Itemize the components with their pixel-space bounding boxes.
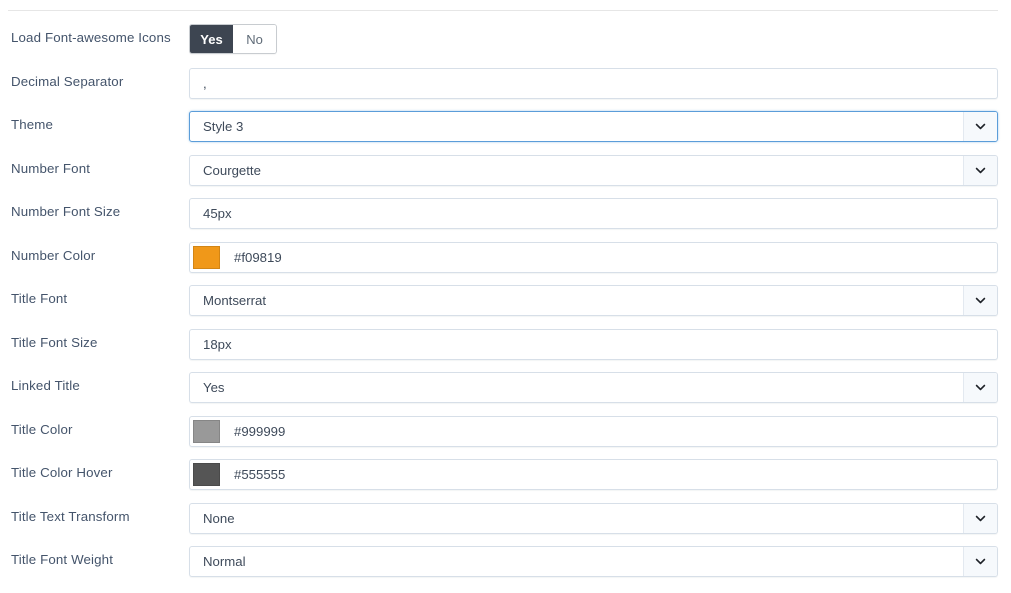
field-label-linked-title: Linked Title bbox=[11, 378, 80, 393]
chevron-down-icon[interactable] bbox=[963, 373, 997, 402]
field-label-number-color: Number Color bbox=[11, 247, 96, 263]
select-value-theme: Style 3 bbox=[203, 119, 244, 134]
form-row-number-font-size: Number Font Size bbox=[0, 193, 1011, 237]
select-theme[interactable]: Style 3 bbox=[189, 111, 998, 142]
chevron-down-icon[interactable] bbox=[963, 286, 997, 315]
color-value-title-color: #999999 bbox=[234, 423, 286, 439]
color-field-title-color-hover[interactable]: #555555 bbox=[189, 459, 998, 490]
field-label-title-color-hover: Title Color Hover bbox=[11, 465, 113, 480]
chevron-down-icon[interactable] bbox=[963, 547, 997, 576]
select-title-font-weight[interactable]: Normal bbox=[189, 546, 998, 577]
select-value-title-text-transform: None bbox=[203, 510, 235, 526]
color-value-title-color-hover: #555555 bbox=[234, 467, 286, 482]
field-wrap-number-font-size bbox=[189, 198, 998, 229]
form-row-title-font: Title Font Montserrat bbox=[0, 280, 1011, 324]
chevron-down-icon[interactable] bbox=[963, 155, 997, 185]
select-value-number-font: Courgette bbox=[203, 162, 261, 178]
field-label-decimal-separator: Decimal Separator bbox=[11, 73, 124, 89]
field-wrap-title-font-size bbox=[189, 328, 998, 360]
color-swatch-title-color-hover[interactable] bbox=[193, 463, 220, 486]
color-field-number-color[interactable]: #f09819 bbox=[189, 241, 998, 273]
form-row-title-font-weight: Title Font Weight Normal bbox=[0, 541, 1011, 585]
field-label-title-color: Title Color bbox=[11, 421, 73, 437]
field-label-number-font-size: Number Font Size bbox=[11, 204, 121, 219]
input-number-font-size[interactable] bbox=[189, 198, 998, 229]
field-label-title-text-transform: Title Text Transform bbox=[11, 508, 130, 524]
field-wrap-theme: Style 3 bbox=[189, 111, 998, 142]
form-row-title-color: Title Color #999999 bbox=[0, 411, 1011, 455]
field-label-number-font: Number Font bbox=[11, 160, 91, 176]
form-row-number-font: Number Font Courgette bbox=[0, 150, 1011, 194]
toggle-option-yes[interactable]: Yes bbox=[190, 25, 233, 53]
chevron-down-icon[interactable] bbox=[963, 112, 997, 141]
color-swatch-title-color[interactable] bbox=[193, 419, 220, 443]
select-linked-title[interactable]: Yes bbox=[189, 372, 998, 403]
select-title-font[interactable]: Montserrat bbox=[189, 285, 998, 316]
form-row-theme: Theme Style 3 bbox=[0, 106, 1011, 150]
settings-form: Load Font-awesome Icons Yes No Decimal Sepa… bbox=[0, 0, 1011, 593]
field-label-load-font-awesome-icons: Load Font-awesome Icons bbox=[11, 30, 171, 45]
field-label-title-font-size: Title Font Size bbox=[11, 334, 98, 350]
field-wrap-load-font-awesome-icons: Yes No bbox=[189, 24, 998, 54]
section-divider bbox=[8, 10, 998, 11]
input-title-font-size[interactable] bbox=[189, 328, 998, 360]
form-row-load-font-awesome-icons: Load Font-awesome Icons Yes No bbox=[0, 19, 1011, 63]
select-number-font[interactable]: Courgette bbox=[189, 154, 998, 186]
form-row-title-font-size: Title Font Size bbox=[0, 324, 1011, 368]
form-row-decimal-separator: Decimal Separator bbox=[0, 63, 1011, 107]
chevron-down-icon[interactable] bbox=[963, 503, 997, 533]
input-decimal-separator[interactable] bbox=[189, 67, 998, 99]
field-label-title-font-weight: Title Font Weight bbox=[11, 552, 114, 567]
select-value-linked-title: Yes bbox=[203, 380, 225, 395]
field-label-title-font: Title Font bbox=[11, 291, 68, 306]
field-wrap-linked-title: Yes bbox=[189, 372, 998, 403]
field-wrap-title-font-weight: Normal bbox=[189, 546, 998, 577]
field-wrap-decimal-separator bbox=[189, 67, 998, 99]
select-value-title-font-weight: Normal bbox=[203, 554, 246, 569]
field-wrap-title-color: #999999 bbox=[189, 415, 998, 447]
field-label-theme: Theme bbox=[11, 117, 54, 132]
form-row-number-color: Number Color #f09819 bbox=[0, 237, 1011, 281]
color-field-title-color[interactable]: #999999 bbox=[189, 415, 998, 447]
form-row-title-text-transform: Title Text Transform None bbox=[0, 498, 1011, 542]
toggle-option-no[interactable]: No bbox=[233, 25, 276, 53]
color-swatch-number-color[interactable] bbox=[193, 245, 220, 269]
form-row-linked-title: Linked Title Yes bbox=[0, 367, 1011, 411]
select-title-text-transform[interactable]: None bbox=[189, 502, 998, 534]
field-wrap-title-font: Montserrat bbox=[189, 285, 998, 316]
settings-rows: Load Font-awesome Icons Yes No Decimal Sepa… bbox=[0, 19, 1011, 585]
field-wrap-title-color-hover: #555555 bbox=[189, 459, 998, 490]
field-wrap-title-text-transform: None bbox=[189, 502, 998, 534]
field-wrap-number-color: #f09819 bbox=[189, 241, 998, 273]
field-wrap-number-font: Courgette bbox=[189, 154, 998, 186]
color-value-number-color: #f09819 bbox=[234, 249, 282, 265]
form-row-title-color-hover: Title Color Hover #555555 bbox=[0, 454, 1011, 498]
toggle-load-font-awesome-icons[interactable]: Yes No bbox=[189, 24, 277, 54]
select-value-title-font: Montserrat bbox=[203, 293, 267, 308]
